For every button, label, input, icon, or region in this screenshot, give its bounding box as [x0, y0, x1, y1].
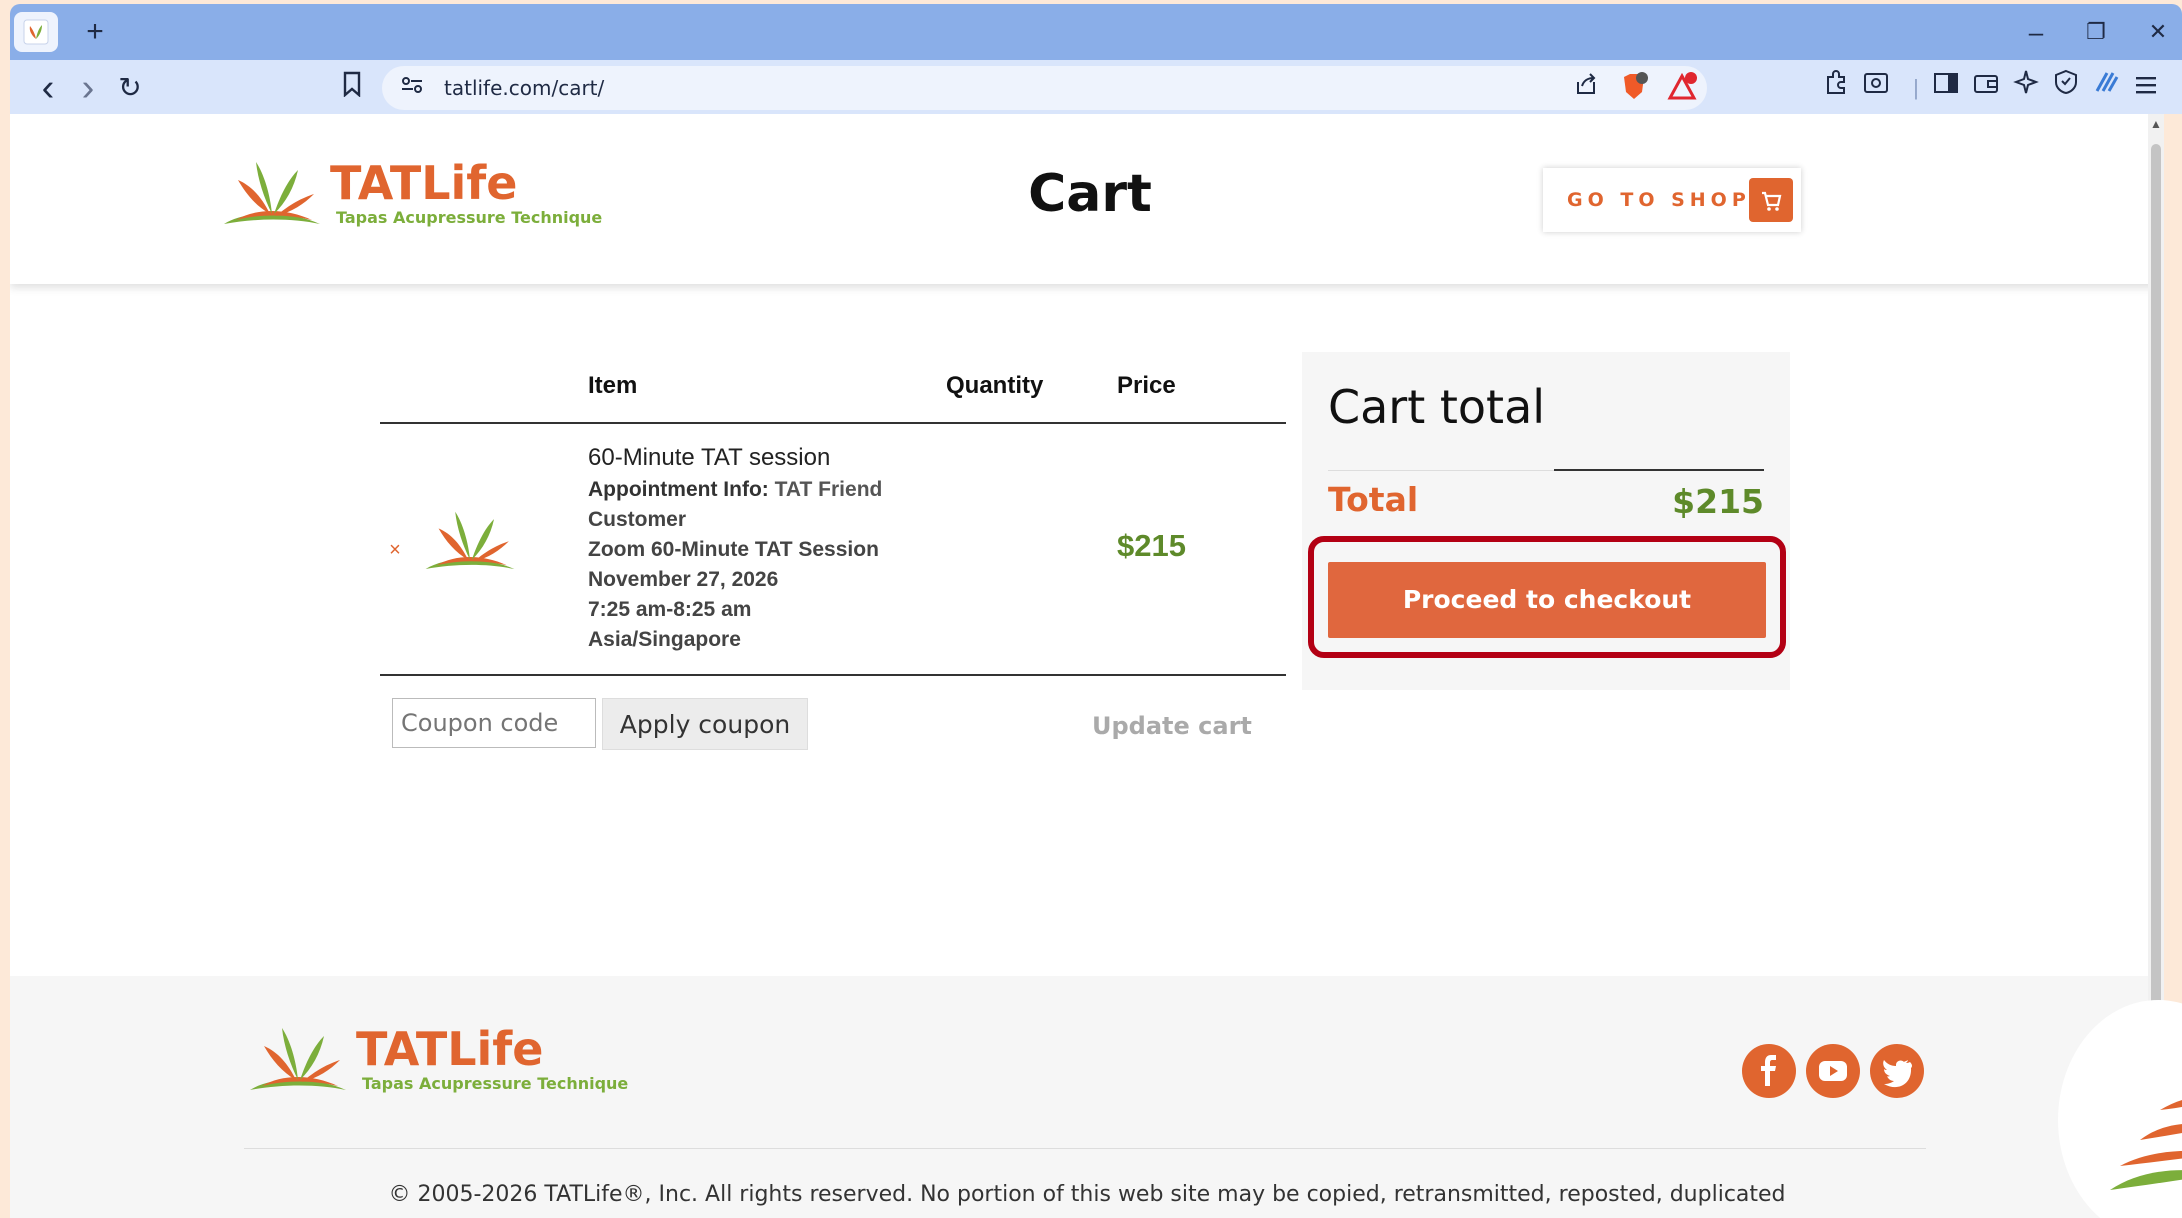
remove-item-button[interactable]: ×	[385, 540, 405, 560]
logo-tagline: Tapas Acupressure Technique	[336, 208, 603, 227]
appointment-info-label: Appointment Info:	[588, 478, 769, 501]
screenshot-icon[interactable]	[1858, 68, 1894, 108]
shopping-cart-icon	[1749, 178, 1793, 222]
totals-divider-dark	[1554, 469, 1764, 471]
close-window-button[interactable]: ✕	[2138, 14, 2178, 50]
appointment-customer: Customer	[588, 508, 687, 531]
youtube-icon[interactable]	[1806, 1044, 1860, 1098]
url-text[interactable]: tatlife.com/cart/	[444, 66, 604, 110]
extension-app-icon[interactable]	[2088, 68, 2124, 108]
forward-button[interactable]: ›	[68, 68, 108, 108]
address-bar[interactable]: tatlife.com/cart/	[382, 66, 1707, 110]
twitter-icon[interactable]	[1870, 1044, 1924, 1098]
totals-divider	[1328, 470, 1554, 471]
scrollbar-thumb[interactable]	[2151, 144, 2161, 1024]
header-logo[interactable]: TATLife Tapas Acupressure Technique	[216, 158, 602, 238]
page-viewport: TATLife Tapas Acupressure Technique Cart…	[10, 114, 2164, 1218]
item-price: $215	[1117, 528, 1186, 563]
brave-rewards-icon[interactable]	[1666, 72, 1698, 104]
cart-total-heading: Cart total	[1328, 380, 1546, 434]
footer-logo-tagline: Tapas Acupressure Technique	[362, 1074, 629, 1093]
site-header: TATLife Tapas Acupressure Technique Cart…	[10, 114, 2164, 284]
site-settings-icon[interactable]	[396, 72, 428, 104]
corner-lotus-icon	[2110, 1100, 2182, 1190]
page-title: Cart	[1028, 164, 1152, 224]
leo-ai-icon[interactable]	[2008, 68, 2044, 108]
browser-tab[interactable]	[14, 12, 58, 52]
appointment-time: 7:25 am-8:25 am	[588, 598, 752, 621]
go-to-shop-button[interactable]: GO TO SHOP	[1543, 168, 1801, 232]
appointment-info: Appointment Info: TAT Friend	[588, 478, 882, 502]
back-button[interactable]: ‹	[28, 68, 68, 108]
extensions-icon[interactable]	[1818, 68, 1854, 108]
bookmark-icon[interactable]	[332, 68, 372, 108]
proceed-to-checkout-button[interactable]: Proceed to checkout	[1328, 562, 1766, 638]
coupon-code-input[interactable]	[392, 698, 596, 748]
apply-coupon-button[interactable]: Apply coupon	[602, 698, 808, 750]
menu-icon[interactable]	[2128, 68, 2164, 108]
column-header-quantity: Quantity	[946, 372, 1044, 399]
footer-logo[interactable]: TATLife Tapas Acupressure Technique	[242, 1024, 628, 1104]
appointment-service: Zoom 60-Minute TAT Session	[588, 538, 879, 561]
scroll-up-arrow-icon[interactable]: ▲	[2150, 118, 2162, 130]
wallet-icon[interactable]	[1968, 68, 2004, 108]
new-tab-button[interactable]: +	[80, 14, 110, 50]
update-cart-button[interactable]: Update cart	[1092, 712, 1252, 740]
appointment-date: November 27, 2026	[588, 568, 779, 591]
appointment-info-value: TAT Friend	[774, 478, 883, 501]
column-header-price: Price	[1117, 372, 1176, 399]
table-footer-rule	[380, 674, 1286, 676]
footer-logo-name: TATLife	[356, 1022, 544, 1076]
table-header-rule	[380, 422, 1286, 424]
column-header-item: Item	[588, 372, 638, 399]
minimize-button[interactable]: –	[2016, 14, 2056, 50]
footer-divider	[244, 1148, 1926, 1149]
share-icon[interactable]	[1570, 72, 1602, 104]
item-name-link[interactable]: 60-Minute TAT session	[588, 444, 830, 472]
appointment-timezone: Asia/Singapore	[588, 628, 741, 651]
reload-button[interactable]: ↻	[110, 68, 150, 108]
browser-window: + – ❐ ✕ ‹ › ↻ tatlife.com/cart/ |	[10, 4, 2182, 114]
total-label: Total	[1328, 480, 1419, 519]
go-to-shop-label: GO TO SHOP	[1567, 189, 1751, 211]
vpn-icon[interactable]	[2048, 68, 2084, 108]
footer-lotus-logo-icon	[250, 1028, 346, 1090]
restore-button[interactable]: ❐	[2076, 14, 2116, 50]
total-value: $215	[1672, 482, 1764, 521]
brave-shields-icon[interactable]	[1618, 72, 1650, 104]
facebook-icon[interactable]	[1742, 1044, 1796, 1098]
site-favicon	[23, 19, 49, 45]
copyright-text: © 2005-2026 TATLife®, Inc. All rights re…	[388, 1182, 1786, 1207]
browser-toolbar: ‹ › ↻ tatlife.com/cart/ |	[10, 60, 2182, 114]
lotus-logo-icon	[224, 162, 320, 224]
item-thumbnail-logo-icon	[425, 511, 515, 570]
sidebar-icon[interactable]	[1928, 68, 1964, 108]
logo-name: TATLife	[330, 156, 518, 210]
